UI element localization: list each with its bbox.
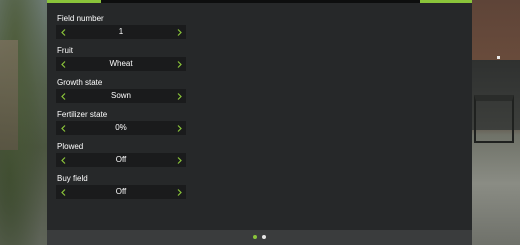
chevron-right-icon[interactable] xyxy=(172,89,186,103)
chevron-left-icon[interactable] xyxy=(56,57,70,71)
chevron-right-icon[interactable] xyxy=(172,153,186,167)
setting-value: Off xyxy=(115,187,127,196)
setting-value: Sown xyxy=(110,91,131,100)
pagination-dots xyxy=(253,235,266,239)
growth-state-selector[interactable]: Sown xyxy=(56,89,186,103)
page-dot-active[interactable] xyxy=(253,235,257,239)
chevron-left-icon[interactable] xyxy=(56,153,70,167)
chevron-right-icon[interactable] xyxy=(172,185,186,199)
chevron-left-icon[interactable] xyxy=(56,121,70,135)
fertilizer-state-selector[interactable]: 0% xyxy=(56,121,186,135)
field-number-selector[interactable]: 1 xyxy=(56,25,186,39)
crosshair-icon xyxy=(497,56,500,59)
setting-label: Growth state xyxy=(57,78,103,87)
plowed-selector[interactable]: Off xyxy=(56,153,186,167)
setting-value: Wheat xyxy=(109,59,133,68)
chevron-right-icon[interactable] xyxy=(172,25,186,39)
setting-value: Off xyxy=(115,155,127,164)
setting-label: Plowed xyxy=(57,142,84,151)
setting-label: Fertilizer state xyxy=(57,110,108,119)
setting-value: 0% xyxy=(115,123,127,132)
setting-value: 1 xyxy=(118,27,124,36)
field-settings-panel: Field number 1 Fruit Wheat Growth state … xyxy=(47,0,472,245)
setting-label: Buy field xyxy=(57,174,88,183)
background-building xyxy=(0,40,18,150)
panel-footer xyxy=(47,230,472,245)
setting-label: Fruit xyxy=(57,46,73,55)
chevron-right-icon[interactable] xyxy=(172,57,186,71)
setting-label: Field number xyxy=(57,14,104,23)
panel-accent-right xyxy=(420,0,472,3)
panel-top-bar xyxy=(47,0,472,3)
fruit-selector[interactable]: Wheat xyxy=(56,57,186,71)
page-dot[interactable] xyxy=(262,235,266,239)
buy-field-selector[interactable]: Off xyxy=(56,185,186,199)
chevron-left-icon[interactable] xyxy=(56,25,70,39)
background-table xyxy=(474,95,514,143)
panel-accent-left xyxy=(47,0,101,3)
chevron-left-icon[interactable] xyxy=(56,89,70,103)
chevron-left-icon[interactable] xyxy=(56,185,70,199)
chevron-right-icon[interactable] xyxy=(172,121,186,135)
